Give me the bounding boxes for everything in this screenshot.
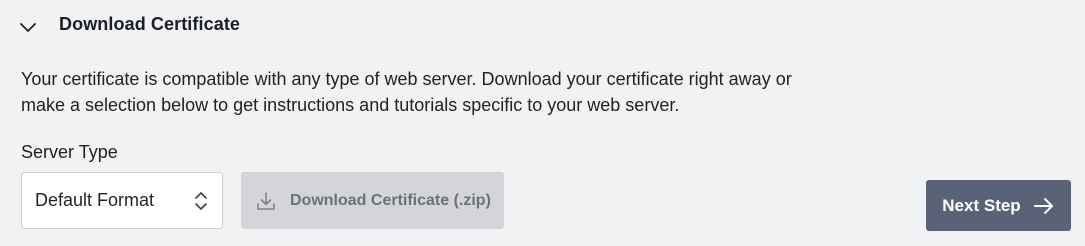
section-description: Your certificate is compatible with any … bbox=[21, 69, 792, 115]
section-title: Download Certificate bbox=[59, 13, 241, 34]
download-certificate-label: Download Certificate (.zip) bbox=[290, 191, 491, 209]
server-type-label: Server Type bbox=[21, 142, 118, 162]
server-type-selected-value: Default Format bbox=[35, 190, 155, 210]
download-certificate-button[interactable]: Download Certificate (.zip) bbox=[241, 172, 504, 229]
chevron-down-icon[interactable] bbox=[18, 17, 38, 37]
up-down-chevron-icon bbox=[193, 190, 209, 212]
section-header-download-certificate[interactable]: Download Certificate bbox=[18, 8, 240, 40]
next-step-button[interactable]: Next Step bbox=[926, 180, 1071, 231]
arrow-right-icon bbox=[1033, 197, 1055, 215]
download-icon bbox=[256, 191, 276, 211]
next-step-label: Next Step bbox=[942, 195, 1021, 215]
server-type-select[interactable]: Default Format bbox=[21, 172, 223, 229]
